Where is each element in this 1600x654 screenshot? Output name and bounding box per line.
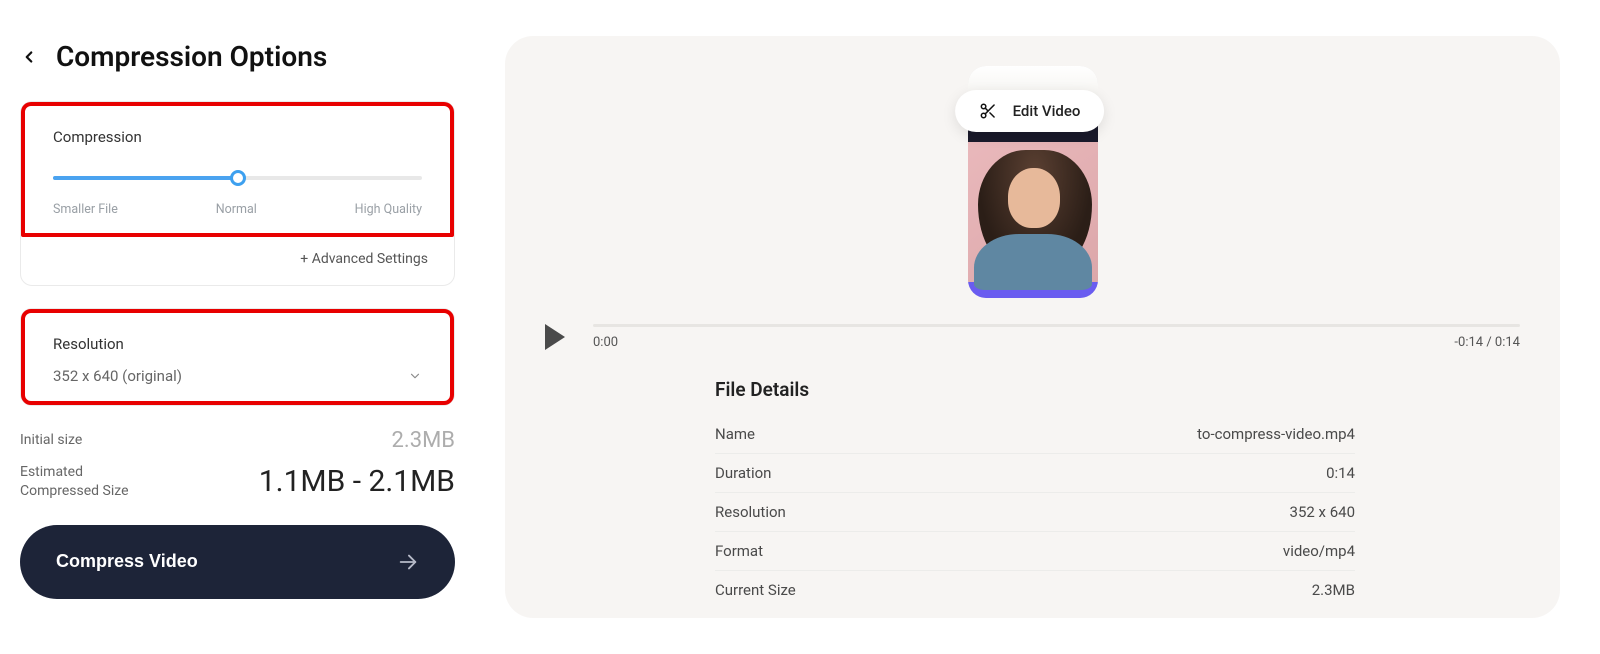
player-controls: 0:00 -0:14 / 0:14 [545,324,1520,350]
options-panel: Compression Options Compression Smaller … [0,0,475,654]
initial-size-value: 2.3MB [392,428,455,453]
slider-thumb[interactable] [230,170,246,186]
edit-video-button[interactable]: Edit Video [955,90,1105,132]
compression-slider[interactable] [53,168,422,188]
timeline[interactable]: 0:00 -0:14 / 0:14 [593,324,1520,350]
detail-row-resolution: Resolution 352 x 640 [715,493,1355,532]
detail-key: Resolution [715,503,786,521]
preview-panel: — 10 pages/day or 10 mins/day) Edit Vide… [505,36,1560,618]
page-title: Compression Options [56,40,327,73]
advanced-settings-link[interactable]: + Advanced Settings [21,237,454,285]
slider-fill [53,176,238,180]
compression-card: Compression Smaller File Normal High Qua… [20,101,455,286]
resolution-highlight: Resolution 352 x 640 (original) [21,309,454,405]
slider-labels: Smaller File Normal High Quality [53,202,422,217]
detail-value: to-compress-video.mp4 [1197,425,1355,443]
detail-value: 352 x 640 [1290,503,1355,521]
resolution-card: Resolution 352 x 640 (original) [20,308,455,406]
edit-video-label: Edit Video [1013,102,1081,120]
time-current: 0:00 [593,335,618,350]
compression-label: Compression [53,128,422,146]
preview-area: — 10 pages/day or 10 mins/day) Edit Vide… [545,66,1520,298]
scissors-icon [979,102,997,120]
estimated-size-value: 1.1MB - 2.1MB [259,464,455,499]
header: Compression Options [20,40,455,73]
chevron-down-icon [408,369,422,383]
file-details-title: File Details [715,378,1355,401]
resolution-select[interactable]: 352 x 640 (original) [53,367,422,385]
timeline-bar[interactable] [593,324,1520,327]
slider-label-max: High Quality [355,202,422,217]
detail-row-size: Current Size 2.3MB [715,571,1355,609]
detail-key: Format [715,542,763,560]
detail-value: 2.3MB [1312,581,1355,599]
detail-key: Duration [715,464,771,482]
detail-row-duration: Duration 0:14 [715,454,1355,493]
estimated-size-row: Estimated Compressed Size 1.1MB - 2.1MB [20,463,455,501]
detail-value: 0:14 [1326,464,1355,482]
detail-key: Name [715,425,755,443]
resolution-value: 352 x 640 (original) [53,367,182,385]
slider-label-mid: Normal [216,202,257,217]
compress-button-label: Compress Video [56,551,198,572]
slider-label-min: Smaller File [53,202,118,217]
time-remaining-total: -0:14 / 0:14 [1454,335,1520,350]
detail-key: Current Size [715,581,796,599]
initial-size-row: Initial size 2.3MB [20,428,455,453]
compress-button[interactable]: Compress Video [20,525,455,599]
detail-value: video/mp4 [1283,542,1355,560]
initial-size-label: Initial size [20,431,82,450]
compression-highlight: Compression Smaller File Normal High Qua… [21,102,454,237]
play-button[interactable] [545,324,565,350]
resolution-label: Resolution [53,335,422,353]
arrow-right-icon [397,551,419,573]
estimated-size-label: Estimated Compressed Size [20,463,129,501]
detail-row-name: Name to-compress-video.mp4 [715,415,1355,454]
time-labels: 0:00 -0:14 / 0:14 [593,335,1520,350]
detail-row-format: Format video/mp4 [715,532,1355,571]
back-icon[interactable] [20,48,38,66]
file-details: File Details Name to-compress-video.mp4 … [715,378,1355,609]
